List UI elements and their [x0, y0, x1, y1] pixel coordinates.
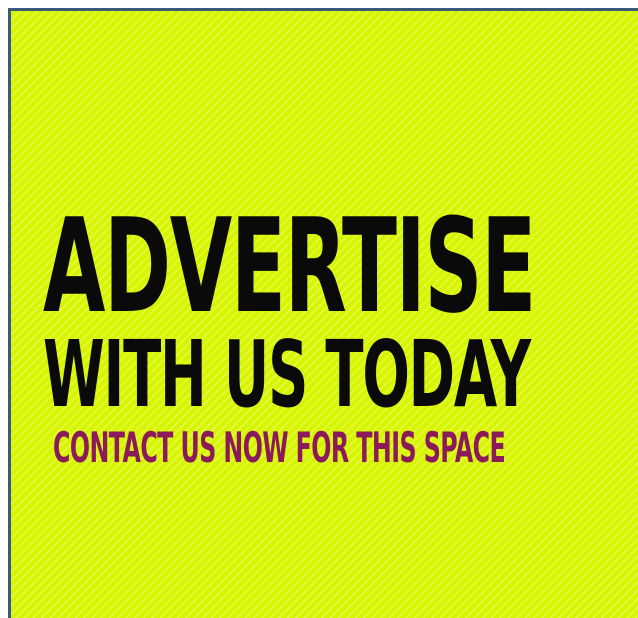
- contact-us-text: CONTACT US NOW FOR THIS SPACE: [53, 423, 506, 472]
- headline-advertise: ADVERTISE: [43, 190, 536, 342]
- headline-with-us-today: WITH US TODAY: [43, 321, 531, 428]
- advertise-banner[interactable]: ADVERTISE WITH US TODAY CONTACT US NOW F…: [8, 8, 638, 618]
